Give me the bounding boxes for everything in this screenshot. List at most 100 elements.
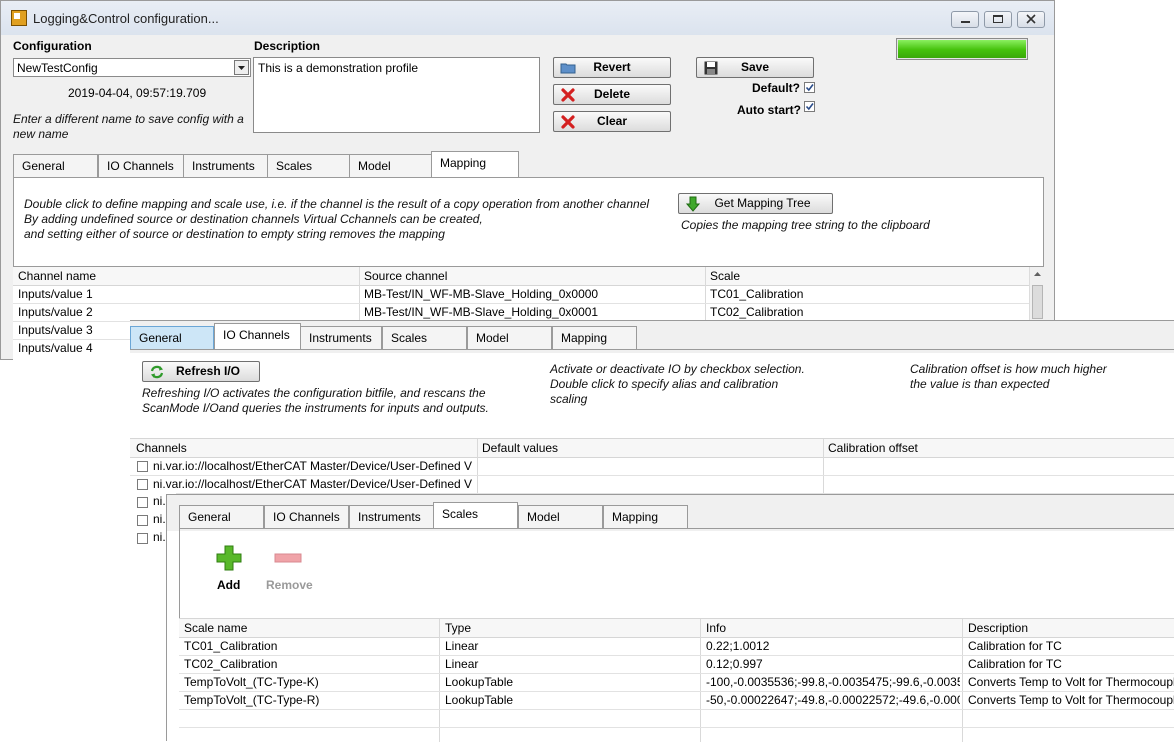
chevron-down-icon[interactable] bbox=[234, 60, 249, 75]
column-header[interactable]: Calibration offset bbox=[828, 439, 918, 457]
scrollbar-thumb[interactable] bbox=[1032, 285, 1043, 319]
get-mapping-tree-button[interactable]: Get Mapping Tree bbox=[678, 193, 833, 214]
table-cell[interactable]: ni. bbox=[153, 510, 166, 528]
column-header[interactable]: Default values bbox=[482, 439, 558, 457]
table-cell[interactable]: TC01_Calibration bbox=[710, 285, 803, 303]
revert-button[interactable]: Revert bbox=[553, 57, 671, 78]
table-cell[interactable]: MB-Test/IN_WF-MB-Slave_Holding_0x0000 bbox=[364, 285, 598, 303]
activate-hint-line-1: Activate or deactivate IO by checkbox se… bbox=[550, 362, 805, 376]
progress-fill bbox=[898, 40, 1026, 58]
table-cell[interactable]: Calibration for TC bbox=[968, 637, 1174, 655]
table-cell[interactable]: ni. bbox=[153, 492, 166, 510]
tab-mapping[interactable]: Mapping bbox=[603, 505, 688, 528]
floppy-disk-icon bbox=[704, 61, 718, 75]
mapping-help-line-2: By adding undefined source or destinatio… bbox=[24, 212, 483, 226]
clear-button[interactable]: Clear bbox=[553, 111, 671, 132]
add-scale-button[interactable]: Add bbox=[213, 544, 245, 594]
table-cell[interactable]: ni.var.io://localhost/EtherCAT Master/De… bbox=[153, 475, 475, 493]
tab-general[interactable]: General bbox=[179, 505, 264, 528]
activate-hint-line-2: Double click to specify alias and calibr… bbox=[550, 377, 779, 391]
table-cell[interactable]: Calibration for TC bbox=[968, 655, 1174, 673]
delete-button[interactable]: Delete bbox=[553, 84, 671, 105]
tab-io-channels[interactable]: IO Channels bbox=[98, 154, 191, 177]
table-cell[interactable]: TempToVolt_(TC-Type-R) bbox=[184, 691, 437, 709]
table-cell[interactable]: Linear bbox=[445, 655, 698, 673]
table-cell[interactable]: Inputs/value 3 bbox=[18, 321, 93, 339]
table-cell[interactable]: ni.var.io://localhost/EtherCAT Master/De… bbox=[153, 457, 475, 475]
table-cell[interactable]: LookupTable bbox=[445, 673, 698, 691]
table-cell[interactable]: Inputs/value 1 bbox=[18, 285, 93, 303]
scroll-up-icon[interactable] bbox=[1030, 267, 1045, 281]
green-down-arrow-icon bbox=[685, 196, 701, 212]
table-cell[interactable]: TC02_Calibration bbox=[184, 655, 437, 673]
io-channels-table[interactable]: Channels Default values Calibration offs… bbox=[130, 438, 1174, 501]
green-plus-icon bbox=[216, 545, 242, 571]
mapping-help-line-1: Double click to define mapping and scale… bbox=[24, 197, 650, 211]
table-cell[interactable]: LookupTable bbox=[445, 691, 698, 709]
config-timestamp: 2019-04-04, 09:57:19.709 bbox=[68, 86, 207, 100]
tab-io-channels[interactable]: IO Channels bbox=[264, 505, 349, 528]
tab-general[interactable]: General bbox=[13, 154, 98, 177]
tab-model[interactable]: Model bbox=[349, 154, 434, 177]
save-button[interactable]: Save bbox=[696, 57, 814, 78]
table-cell[interactable]: -100,-0.0035536;-99.8,-0.0035475;-99.6,-… bbox=[706, 673, 960, 691]
tab-scales[interactable]: Scales bbox=[433, 502, 518, 528]
tab-scales[interactable]: Scales bbox=[382, 326, 467, 349]
scales-table[interactable]: Scale name Type Info Description TC01_Ca… bbox=[179, 618, 1174, 742]
channel-checkbox[interactable] bbox=[137, 461, 148, 472]
table-cell[interactable]: 0.22;1.0012 bbox=[706, 637, 960, 655]
column-header[interactable]: Scale bbox=[710, 267, 740, 285]
table-cell[interactable]: MB-Test/IN_WF-MB-Slave_Holding_0x0001 bbox=[364, 303, 598, 321]
default-checkbox[interactable] bbox=[804, 82, 815, 93]
channel-checkbox[interactable] bbox=[137, 533, 148, 544]
description-textarea[interactable]: This is a demonstration profile bbox=[253, 57, 540, 133]
table-cell[interactable]: Inputs/value 2 bbox=[18, 303, 93, 321]
remove-scale-button[interactable]: Remove bbox=[262, 544, 318, 594]
channel-checkbox[interactable] bbox=[137, 515, 148, 526]
table-cell[interactable]: TempToVolt_(TC-Type-K) bbox=[184, 673, 437, 691]
channel-checkbox[interactable] bbox=[137, 479, 148, 490]
channel-checkbox[interactable] bbox=[137, 497, 148, 508]
column-header[interactable]: Channels bbox=[136, 439, 187, 457]
red-x-icon bbox=[561, 88, 575, 102]
autostart-checkbox[interactable] bbox=[804, 101, 815, 112]
add-label: Add bbox=[217, 578, 241, 592]
config-hint: Enter a different name to save config wi… bbox=[13, 112, 244, 141]
table-cell[interactable]: -50,-0.00022647;-49.8,-0.00022572;-49.6,… bbox=[706, 691, 960, 709]
close-button[interactable] bbox=[1017, 11, 1045, 28]
table-cell[interactable]: Linear bbox=[445, 637, 698, 655]
main-window: Logging&Control configuration... Configu… bbox=[0, 0, 1055, 361]
configuration-select[interactable]: NewTestConfig bbox=[13, 58, 251, 77]
column-header[interactable]: Source channel bbox=[364, 267, 447, 285]
table-cell[interactable]: Inputs/value 4 bbox=[18, 339, 93, 357]
table-cell[interactable]: ni. bbox=[153, 528, 166, 546]
column-header[interactable]: Scale name bbox=[184, 619, 247, 637]
column-header[interactable]: Channel name bbox=[18, 267, 96, 285]
table-cell[interactable]: TC01_Calibration bbox=[184, 637, 437, 655]
tab-model[interactable]: Model bbox=[467, 326, 552, 349]
refresh-hint-line-2: ScanMode I/Oand queries the instruments … bbox=[142, 401, 489, 415]
table-cell[interactable]: TC02_Calibration bbox=[710, 303, 803, 321]
tab-instruments[interactable]: Instruments bbox=[349, 505, 434, 528]
autostart-label: Auto start? bbox=[737, 103, 801, 117]
table-cell[interactable]: Converts Temp to Volt for Thermocouple bbox=[968, 691, 1174, 709]
tab-mapping[interactable]: Mapping bbox=[552, 326, 637, 349]
table-cell[interactable]: Converts Temp to Volt for Thermocouple bbox=[968, 673, 1174, 691]
maximize-button[interactable] bbox=[984, 11, 1012, 28]
refresh-icon bbox=[150, 365, 164, 379]
column-header[interactable]: Info bbox=[706, 619, 726, 637]
tab-instruments[interactable]: Instruments bbox=[183, 154, 268, 177]
tab-instruments[interactable]: Instruments bbox=[300, 326, 382, 349]
table-cell[interactable]: 0.12;0.997 bbox=[706, 655, 960, 673]
tab-mapping[interactable]: Mapping bbox=[431, 151, 519, 177]
refresh-io-button[interactable]: Refresh I/O bbox=[142, 361, 260, 382]
tab-model[interactable]: Model bbox=[518, 505, 603, 528]
column-header[interactable]: Description bbox=[968, 619, 1028, 637]
minimize-button[interactable] bbox=[951, 11, 979, 28]
io-tab-bar: General IO Channels Instruments Scales M… bbox=[130, 323, 1174, 350]
tab-general[interactable]: General bbox=[130, 326, 214, 349]
description-value: This is a demonstration profile bbox=[258, 61, 419, 75]
column-header[interactable]: Type bbox=[445, 619, 471, 637]
tab-io-channels[interactable]: IO Channels bbox=[214, 323, 301, 349]
tab-scales[interactable]: Scales bbox=[267, 154, 352, 177]
